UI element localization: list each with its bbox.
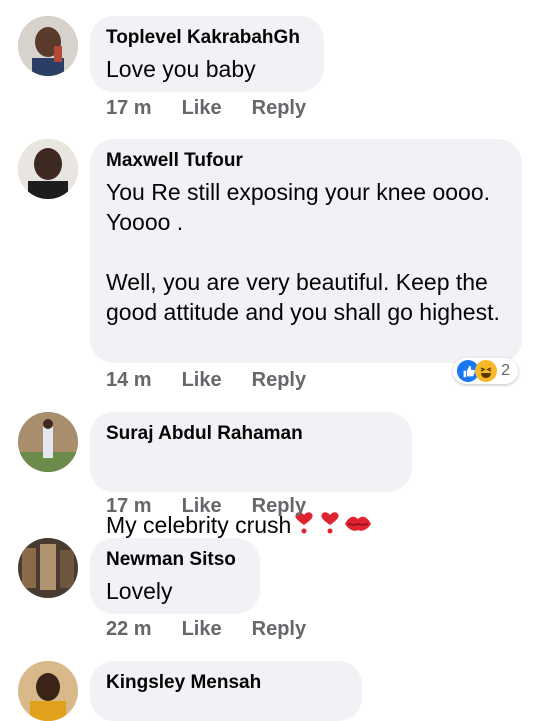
reply-button[interactable]: Reply <box>252 495 306 518</box>
timestamp[interactable]: 14 m <box>106 369 152 392</box>
comment-text: Love you baby <box>106 56 256 82</box>
like-button[interactable]: Like <box>182 369 222 392</box>
avatar[interactable] <box>18 412 78 472</box>
comment-text: Lovely <box>106 578 173 604</box>
comment-bubble: Maxwell Tufour You Re still exposing you… <box>90 139 522 363</box>
like-button[interactable]: Like <box>182 495 222 518</box>
commenter-name[interactable]: Suraj Abdul Rahaman <box>106 422 396 446</box>
timestamp[interactable]: 17 m <box>106 97 152 120</box>
reaction-summary[interactable]: 2 <box>453 358 518 384</box>
comment-text: You Re still exposing your knee oooo. Yo… <box>106 179 500 325</box>
commenter-name[interactable]: Maxwell Tufour <box>106 149 506 173</box>
avatar[interactable] <box>18 16 78 76</box>
comment-bubble: Kingsley Mensah <box>90 661 362 721</box>
avatar[interactable] <box>18 538 78 598</box>
avatar[interactable] <box>18 661 78 721</box>
comment-bubble: Newman Sitso Lovely <box>90 538 260 614</box>
reply-button[interactable]: Reply <box>252 97 306 120</box>
like-button[interactable]: Like <box>182 97 222 120</box>
comment-actions: 17 m Like Reply <box>106 495 306 518</box>
avatar[interactable] <box>18 139 78 199</box>
commenter-name[interactable]: Toplevel KakrabahGh <box>106 26 308 50</box>
reaction-count: 2 <box>501 362 510 379</box>
timestamp[interactable]: 17 m <box>106 495 152 518</box>
comment-bubble: Suraj Abdul Rahaman My celebrity crush <box>90 412 412 538</box>
heart-exclamation-icon <box>317 480 343 543</box>
like-button[interactable]: Like <box>182 618 222 641</box>
commenter-name[interactable]: Kingsley Mensah <box>106 671 346 695</box>
comment-actions: 17 m Like Reply <box>106 97 306 120</box>
reply-button[interactable]: Reply <box>252 369 306 392</box>
kiss-mark-icon <box>343 480 373 543</box>
reply-button[interactable]: Reply <box>252 618 306 641</box>
commenter-name[interactable]: Newman Sitso <box>106 548 244 572</box>
haha-icon <box>475 360 498 382</box>
comment-actions: 22 m Like Reply <box>106 618 306 641</box>
timestamp[interactable]: 22 m <box>106 618 152 641</box>
comment-actions: 14 m Like Reply <box>106 369 306 392</box>
comment-bubble: Toplevel KakrabahGh Love you baby <box>90 16 324 92</box>
